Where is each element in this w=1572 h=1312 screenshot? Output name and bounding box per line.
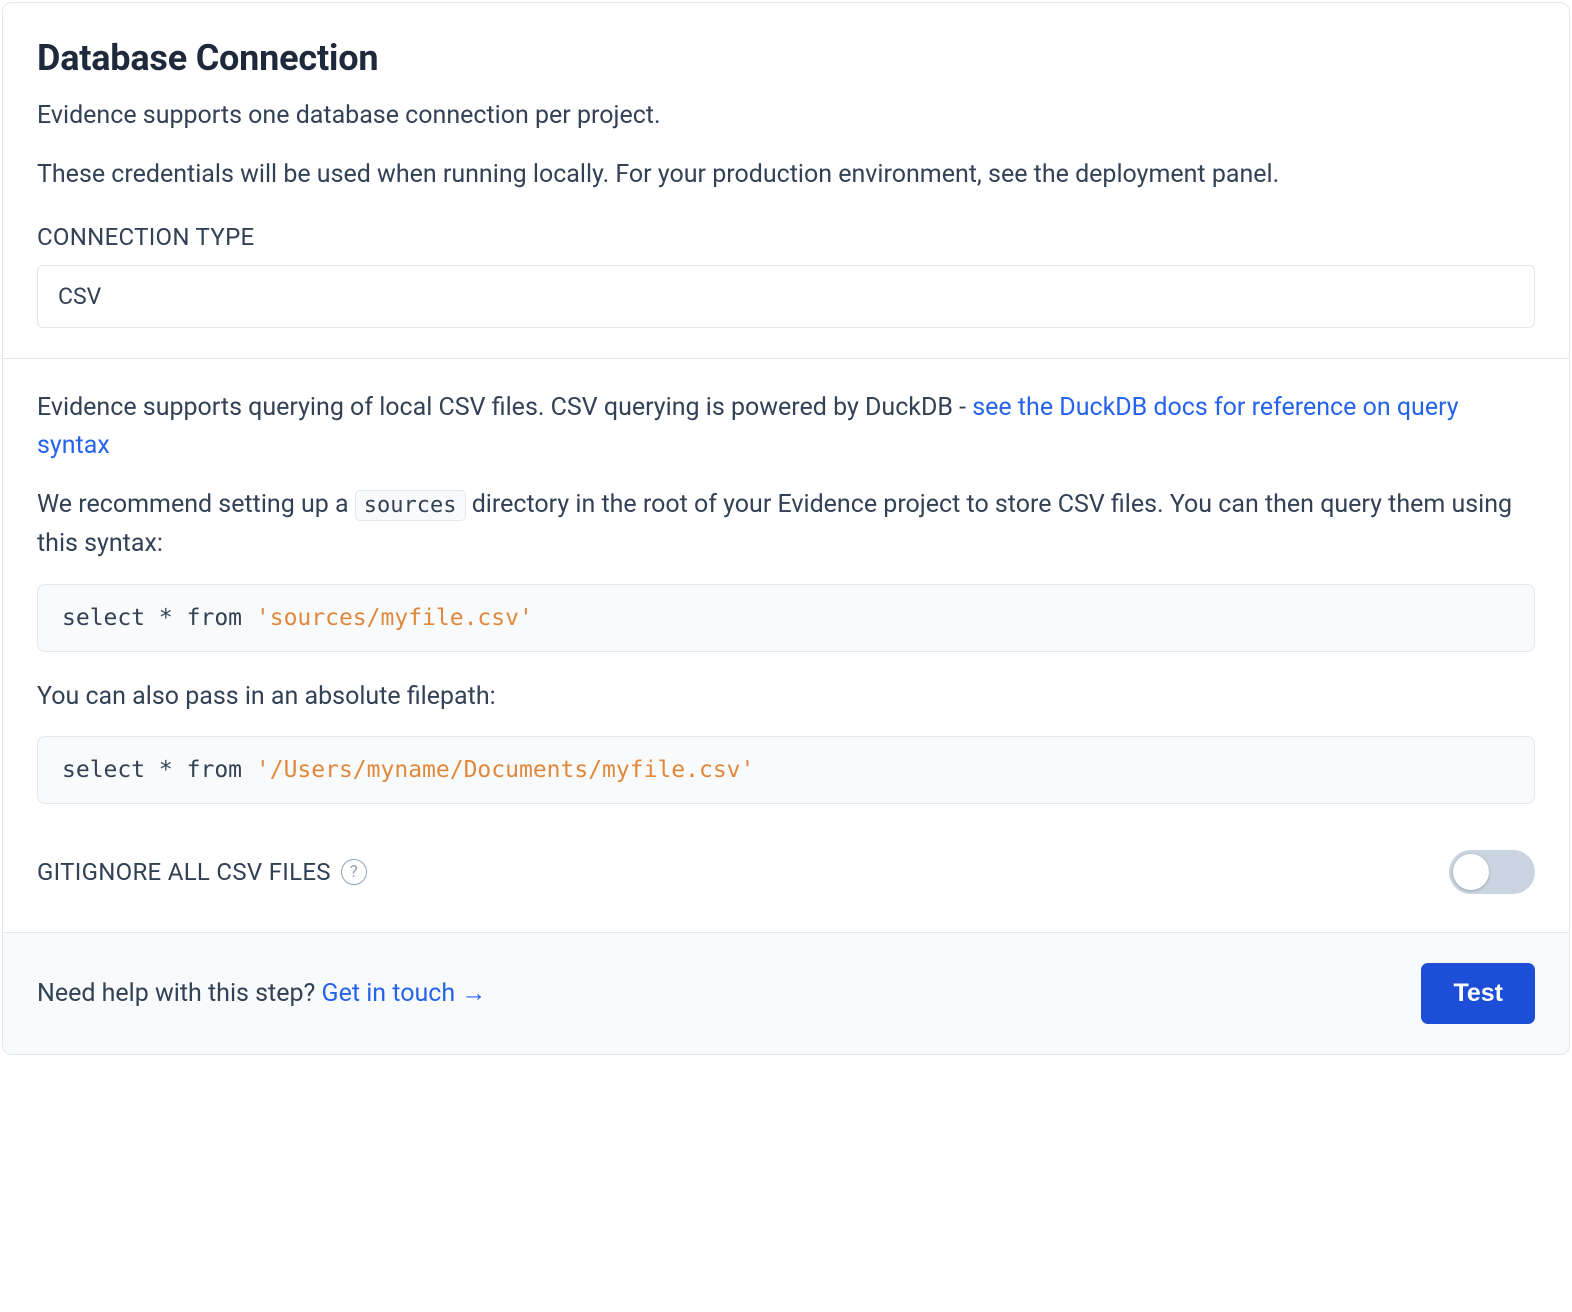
subtitle-2: These credentials will be used when runn… (37, 156, 1535, 195)
code2-str: '/Users/myname/Documents/myfile.csv' (256, 757, 755, 783)
code-example-2: select * from '/Users/myname/Documents/m… (37, 736, 1535, 804)
subtitle-1: Evidence supports one database connectio… (37, 97, 1535, 136)
page-title: Database Connection (37, 37, 1535, 79)
csv-intro: Evidence supports querying of local CSV … (37, 389, 1535, 467)
connection-type-value: CSV (58, 283, 101, 310)
abs-path-text: You can also pass in an absolute filepat… (37, 678, 1535, 717)
settings-panel: Database Connection Evidence supports on… (2, 2, 1570, 1055)
code1-kw: select * from (62, 605, 256, 631)
gitignore-label: GITIGNORE ALL CSV FILES (37, 858, 331, 886)
code-example-1: select * from 'sources/myfile.csv' (37, 584, 1535, 652)
csv-intro-text: Evidence supports querying of local CSV … (37, 393, 972, 422)
gitignore-toggle[interactable] (1449, 850, 1535, 894)
csv-recommend: We recommend setting up a sources direct… (37, 486, 1535, 564)
test-button[interactable]: Test (1421, 963, 1535, 1024)
csv-recommend-prefix: We recommend setting up a (37, 490, 355, 519)
connection-type-label: CONNECTION TYPE (37, 223, 1535, 251)
gitignore-label-wrap: GITIGNORE ALL CSV FILES ? (37, 858, 367, 886)
code2-kw: select * from (62, 757, 256, 783)
header-section: Database Connection Evidence supports on… (3, 3, 1569, 358)
sources-code: sources (355, 490, 466, 521)
get-in-touch-link[interactable]: Get in touch → (322, 979, 487, 1008)
footer-help: Need help with this step? Get in touch → (37, 979, 486, 1008)
toggle-knob (1453, 854, 1489, 890)
footer-help-prefix: Need help with this step? (37, 979, 322, 1008)
code1-str: 'sources/myfile.csv' (256, 605, 533, 631)
csv-info-section: Evidence supports querying of local CSV … (3, 359, 1569, 837)
gitignore-row: GITIGNORE ALL CSV FILES ? (3, 836, 1569, 932)
footer: Need help with this step? Get in touch →… (3, 932, 1569, 1054)
connection-type-select[interactable]: CSV (37, 265, 1535, 328)
help-icon[interactable]: ? (341, 859, 367, 885)
